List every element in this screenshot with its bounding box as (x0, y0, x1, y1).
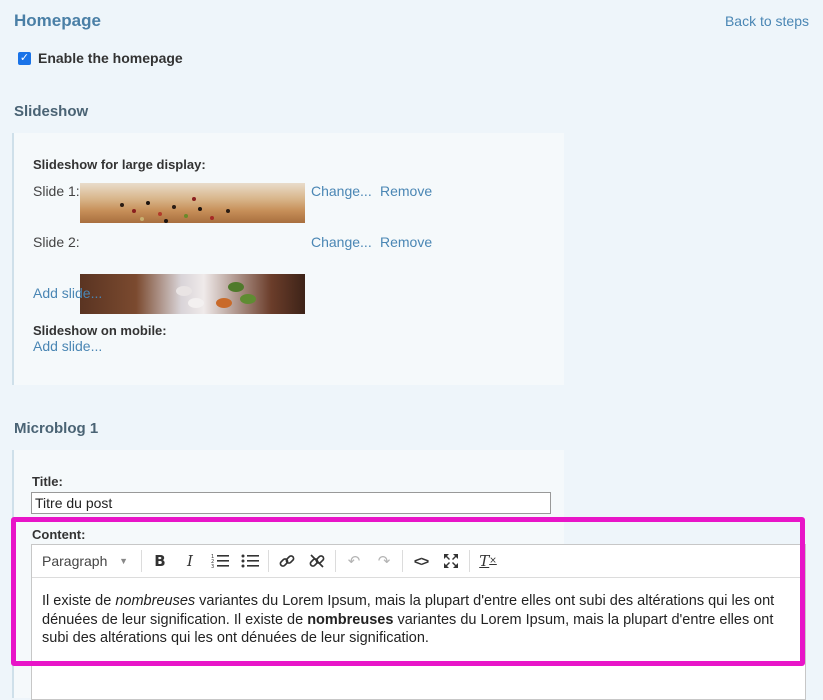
microblog-section-title: Microblog 1 (14, 420, 99, 437)
slide-2-change-link[interactable]: Change... (311, 234, 372, 250)
slide-1-remove-link[interactable]: Remove (380, 183, 432, 199)
enable-homepage-checkbox[interactable]: ✓ (18, 51, 31, 65)
enable-homepage-row: ✓ Enable the homepage (18, 50, 183, 66)
add-slide-link[interactable]: Add slide... (33, 285, 102, 301)
title-label: Title: (32, 474, 63, 489)
slideshow-section-title: Slideshow (14, 103, 89, 120)
slide-1-thumbnail (80, 183, 305, 223)
slide-1-label: Slide 1: (33, 183, 80, 199)
slideshow-large-label: Slideshow for large display: (33, 157, 206, 172)
slideshow-mobile-label: Slideshow on mobile: (33, 323, 167, 338)
slide-2-thumbnail (80, 274, 305, 314)
back-to-steps-link[interactable]: Back to steps (725, 13, 809, 29)
slide-2-remove-link[interactable]: Remove (380, 234, 432, 250)
slideshow-panel: Slideshow for large display: Slide 1: Ch… (12, 133, 564, 385)
slide-1-change-link[interactable]: Change... (311, 183, 372, 199)
page-title: Homepage (14, 11, 101, 30)
slide-2-label: Slide 2: (33, 234, 80, 250)
mobile-add-slide-link[interactable]: Add slide... (33, 338, 102, 354)
title-input[interactable] (31, 492, 551, 514)
highlight-box (11, 517, 805, 666)
enable-homepage-label: Enable the homepage (38, 50, 183, 66)
